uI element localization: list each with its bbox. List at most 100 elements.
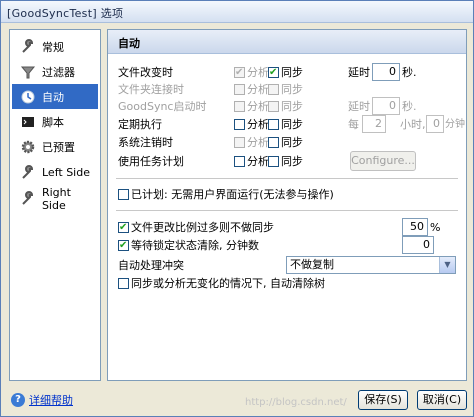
divider [116,178,458,179]
checkbox-box [118,238,129,254]
panel-title: 自动 [118,37,140,50]
sidebar-item-label: 常规 [42,40,64,54]
startup-analyze-checkbox[interactable]: 分析 [234,99,269,115]
conflict-selected-value: 不做复制 [290,258,334,271]
folder-connect-analyze-checkbox[interactable]: 分析 [234,82,269,98]
checkbox-box [268,156,279,167]
sidebar-item-left-side[interactable]: Left Side [12,160,98,185]
trigger-label-logoff: 系统注销时 [118,136,173,149]
chevron-down-icon[interactable]: ▼ [439,257,455,273]
checkbox-box [234,137,245,148]
percent-unit: % [430,221,441,234]
folder-connect-sync-checkbox[interactable]: 同步 [268,82,303,98]
auto-clear-tree-checkbox[interactable]: 同步或分析无变化的情况下, 自动清除树 [118,276,325,292]
logoff-analyze-checkbox[interactable]: 分析 [234,135,269,151]
file-change-delay-unit: 秒. [402,66,417,79]
checkbox-label: 分析 [247,83,269,96]
help-link-label: 详细帮助 [29,394,73,407]
periodic-analyze-checkbox[interactable]: 分析 [234,117,269,133]
startup-delay-input[interactable]: 0 [372,97,400,115]
checkbox-label: 文件更改比例过多则不做同步 [131,221,274,234]
checkbox-box [234,119,245,130]
title-bar[interactable]: [GoodSyncTest] 选项 [1,1,473,23]
wrench-icon [18,164,38,182]
stop-if-changed-percent-input[interactable]: 50 [402,218,428,236]
sidebar-item-label: 已预置 [42,140,75,154]
stop-if-changed-checkbox[interactable]: 文件更改比例过多则不做同步 [118,220,274,236]
periodic-minutes-input[interactable]: 0 [426,115,444,133]
gear-icon [18,138,38,156]
task-scheduler-analyze-checkbox[interactable]: 分析 [234,154,269,170]
periodic-hours-unit: 小时, [400,118,426,131]
conflict-dropdown[interactable]: 不做复制 ▼ [286,256,456,274]
checkbox-label: 同步或分析无变化的情况下, 自动清除树 [131,277,325,290]
window-title: [GoodSyncTest] 选项 [7,7,124,20]
sidebar-item-label: 脚本 [42,115,64,129]
checkbox-box [268,84,279,95]
checkbox-box [268,65,279,81]
startup-delay-label: 延时 [348,100,370,113]
watermark: http://blog.csdn.net/ [245,397,347,408]
trigger-label-periodic: 定期执行 [118,118,162,131]
configure-button[interactable]: Configure... [350,151,416,171]
checkbox-box [234,101,245,112]
checkbox-box [118,220,129,236]
save-button[interactable]: 保存(S) [358,390,408,410]
options-window: [GoodSyncTest] 选项 常规 过滤器 自动 脚本 已预置 Left … [0,0,474,417]
trigger-label-file-change: 文件改变时 [118,66,173,79]
sidebar-item-label: 过滤器 [42,65,75,79]
category-sidebar: 常规 过滤器 自动 脚本 已预置 Left Side Right Side [9,29,101,381]
file-change-delay-label: 延时 [348,66,370,79]
trigger-label-startup: GoodSync启动时 [118,100,207,113]
checkbox-label: 同步 [281,66,303,79]
checkbox-label: 分析 [247,136,269,149]
file-change-delay-input[interactable]: 0 [372,63,400,81]
divider [116,210,458,211]
scheduled-no-ui-checkbox[interactable]: 已计划: 无需用户界面运行(无法参与操作) [118,187,334,203]
file-change-sync-checkbox[interactable]: 同步 [268,65,303,81]
wait-lock-checkbox[interactable]: 等待锁定状态清除, 分钟数 [118,238,259,254]
checkbox-label: 同步 [281,83,303,96]
wrench-icon [18,190,38,208]
task-scheduler-sync-checkbox[interactable]: 同步 [268,154,303,170]
panel-header: 自动 [108,30,466,54]
checkbox-label: 同步 [281,118,303,131]
checkbox-box [234,65,245,81]
trigger-label-task-scheduler: 使用任务计划 [118,155,184,168]
startup-delay-unit: 秒. [402,100,417,113]
checkbox-box [234,156,245,167]
file-change-analyze-checkbox[interactable]: 分析 [234,65,269,81]
periodic-sync-checkbox[interactable]: 同步 [268,117,303,133]
periodic-minutes-unit: 分钟 [445,119,465,130]
sidebar-item-label: Left Side [42,166,90,179]
startup-sync-checkbox[interactable]: 同步 [268,99,303,115]
checkbox-label: 同步 [281,100,303,113]
funnel-icon [18,63,38,81]
sidebar-item-label: 自动 [42,90,64,104]
sidebar-item-auto[interactable]: 自动 [12,84,98,109]
checkbox-label: 分析 [247,100,269,113]
sidebar-item-label: Right Side [41,185,71,212]
checkbox-label: 等待锁定状态清除, 分钟数 [131,239,259,252]
checkbox-label: 同步 [281,155,303,168]
checkbox-box [118,189,129,200]
cancel-button[interactable]: 取消(C) [417,390,467,410]
sidebar-item-preset[interactable]: 已预置 [12,134,98,159]
sidebar-item-general[interactable]: 常规 [12,34,98,59]
periodic-every-label: 每 [348,118,359,131]
checkbox-label: 同步 [281,136,303,149]
checkbox-box [268,119,279,130]
checkbox-box [118,278,129,289]
checkbox-label: 分析 [247,118,269,131]
help-icon: ? [11,393,25,407]
sidebar-item-filters[interactable]: 过滤器 [12,59,98,84]
help-link[interactable]: ? 详细帮助 [11,392,73,408]
periodic-hours-input[interactable]: 2 [362,115,386,133]
checkbox-box [268,101,279,112]
sidebar-item-script[interactable]: 脚本 [12,109,98,134]
checkbox-box [268,137,279,148]
checkbox-label: 已计划: 无需用户界面运行(无法参与操作) [131,188,334,201]
logoff-sync-checkbox[interactable]: 同步 [268,135,303,151]
sidebar-item-right-side[interactable]: Right Side [12,185,98,212]
wait-lock-minutes-input[interactable]: 0 [402,236,434,254]
